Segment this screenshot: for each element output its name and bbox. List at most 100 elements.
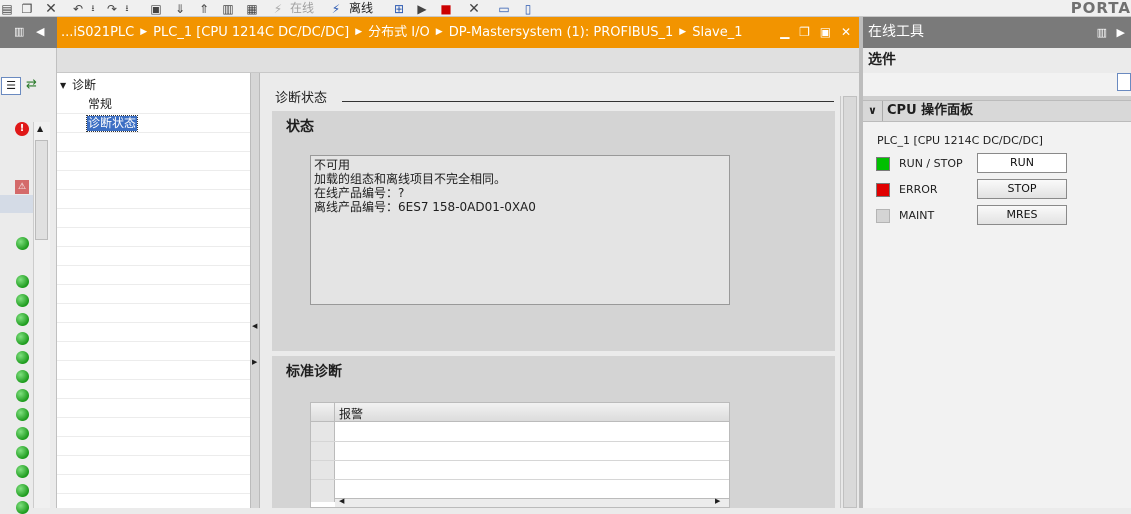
status-ok-icon bbox=[16, 332, 29, 345]
collapse-left-icon[interactable]: ◀ bbox=[36, 25, 44, 38]
table-row bbox=[311, 441, 729, 442]
row-header-corner bbox=[311, 403, 335, 421]
breadcrumb-separator-icon: ▶ bbox=[355, 27, 363, 37]
stop-button[interactable]: STOP bbox=[977, 179, 1067, 199]
row-header-column bbox=[311, 422, 335, 502]
status-ok-icon bbox=[16, 446, 29, 459]
breadcrumb-plc[interactable]: PLC_1 [CPU 1214C DC/DC/DC] bbox=[153, 25, 349, 40]
close-icon[interactable]: ✕ bbox=[841, 25, 851, 39]
status-ok-icon bbox=[16, 275, 29, 288]
table-row bbox=[311, 460, 729, 461]
scroll-up-icon[interactable]: ▲ bbox=[37, 124, 43, 133]
nav-empty-row bbox=[57, 399, 250, 418]
online-tools-title: 在线工具 bbox=[868, 24, 924, 40]
nav-empty-row bbox=[57, 418, 250, 437]
scroll-thumb[interactable] bbox=[35, 140, 48, 240]
content-vscrollbar[interactable] bbox=[840, 96, 859, 508]
panel-options-icon[interactable] bbox=[1117, 73, 1131, 91]
pin-icon[interactable]: ▥ bbox=[14, 25, 24, 38]
nav-empty-row bbox=[57, 247, 250, 266]
editor-window-controls: ▁ ❐ ▣ ✕ bbox=[780, 17, 851, 48]
led-label-run-stop: RUN / STOP bbox=[899, 157, 963, 170]
go-offline-icon[interactable]: ⚡ bbox=[328, 0, 344, 17]
breadcrumb-dp-master[interactable]: DP-Mastersystem (1): PROFIBUS_1 bbox=[449, 25, 674, 40]
compile-icon[interactable]: ▥ bbox=[220, 0, 236, 17]
status-ok-icon bbox=[16, 427, 29, 440]
download-icon[interactable]: ⇓ bbox=[172, 0, 188, 17]
stop-cpu-icon[interactable]: ■ bbox=[438, 0, 454, 17]
start-cpu-icon[interactable]: ▶ bbox=[414, 0, 430, 17]
go-online-icon[interactable]: ⚡ bbox=[270, 0, 286, 17]
project-tree-scrollbar[interactable]: ▲ bbox=[33, 122, 50, 508]
paste-icon[interactable]: ▤ bbox=[0, 0, 14, 17]
float-panel-icon[interactable]: ▥ bbox=[1097, 17, 1107, 48]
run-button[interactable]: RUN bbox=[977, 153, 1067, 173]
nav-item-label: 诊断状态 bbox=[85, 115, 139, 132]
list-view-icon[interactable]: ☰ bbox=[1, 77, 21, 95]
collapse-nav-icon[interactable]: ◀ bbox=[252, 322, 257, 330]
save-project-icon[interactable]: ▣ bbox=[148, 0, 164, 17]
expand-nav-icon[interactable]: ▶ bbox=[252, 358, 257, 366]
delete-icon[interactable]: ✕ bbox=[44, 0, 58, 17]
simulation-icon[interactable]: ▦ bbox=[244, 0, 260, 17]
config-mismatch-icon: ⚠ bbox=[15, 180, 29, 194]
accessible-devices-icon[interactable]: ⊞ bbox=[390, 0, 408, 17]
status-ok-icon bbox=[16, 313, 29, 326]
cpu-panel-header[interactable]: ∨ CPU 操作面板 bbox=[863, 100, 1131, 122]
error-led-icon bbox=[876, 183, 890, 197]
alarm-table-hscrollbar[interactable]: ◀ ▶ bbox=[335, 497, 729, 507]
options-bar: 选件 bbox=[863, 48, 1131, 73]
scroll-right-icon[interactable]: ▶ bbox=[715, 497, 720, 505]
run-stop-led-icon bbox=[876, 157, 890, 171]
go-online-label[interactable]: 在线 bbox=[290, 0, 314, 17]
split-vertical-icon[interactable]: ▯ bbox=[520, 0, 536, 17]
alarm-table-header: 报警 bbox=[311, 403, 729, 422]
diagnostics-nav-tree: ▼ 诊断 常规 诊断状态 bbox=[57, 73, 250, 508]
nav-item-label: 常规 bbox=[88, 97, 113, 111]
undo-icon[interactable]: ↶ bbox=[70, 0, 86, 17]
status-ok-icon bbox=[16, 408, 29, 421]
redo-icon[interactable]: ↷ bbox=[104, 0, 120, 17]
scroll-thumb[interactable] bbox=[843, 96, 857, 508]
status-ok-icon bbox=[16, 351, 29, 364]
alarm-column-header[interactable]: 报警 bbox=[339, 405, 363, 422]
breadcrumb-slave[interactable]: Slave_1 bbox=[692, 25, 742, 40]
nav-empty-row bbox=[57, 209, 250, 228]
redo-dropdown-icon[interactable]: ⭳ bbox=[122, 0, 132, 17]
status-ok-icon bbox=[16, 465, 29, 478]
breadcrumb-project[interactable]: ...iS021PLC bbox=[61, 25, 134, 40]
nav-root-label: 诊断 bbox=[72, 78, 97, 92]
go-offline-label[interactable]: 离线 bbox=[349, 0, 373, 17]
copy-icon[interactable]: ❐ bbox=[20, 0, 34, 17]
breadcrumb-separator-icon: ▶ bbox=[140, 27, 148, 37]
led-label-maint: MAINT bbox=[899, 209, 935, 222]
nav-splitter[interactable]: ◀ ▶ bbox=[250, 73, 260, 508]
mres-button[interactable]: MRES bbox=[977, 205, 1067, 225]
nav-empty-row bbox=[57, 380, 250, 399]
nav-empty-row bbox=[57, 475, 250, 494]
scroll-left-icon[interactable]: ◀ bbox=[339, 497, 344, 505]
maximize-icon[interactable]: ▣ bbox=[820, 25, 831, 39]
collapse-right-icon[interactable]: ▶ bbox=[1117, 17, 1125, 48]
split-horizontal-icon[interactable]: ▭ bbox=[496, 0, 512, 17]
expand-icon[interactable]: ▼ bbox=[60, 76, 66, 95]
upload-icon[interactable]: ⇑ bbox=[196, 0, 212, 17]
close-tab-icon[interactable]: ✕ bbox=[466, 0, 482, 17]
nav-root-diagnostics[interactable]: ▼ 诊断 bbox=[57, 76, 250, 95]
nav-empty-row bbox=[57, 152, 250, 171]
nav-empty-row bbox=[57, 171, 250, 190]
nav-item-general[interactable]: 常规 bbox=[57, 95, 250, 114]
alarm-table: 报警 ◀ ▶ bbox=[310, 402, 730, 508]
chevron-down-icon[interactable]: ∨ bbox=[868, 101, 877, 121]
status-ok-icon bbox=[16, 389, 29, 402]
float-icon[interactable]: ❐ bbox=[799, 25, 810, 39]
status-ok-icon bbox=[16, 237, 29, 250]
header-divider bbox=[882, 101, 883, 121]
undo-dropdown-icon[interactable]: ⭳ bbox=[88, 0, 98, 17]
online-compare-icon[interactable]: ⇄ bbox=[26, 77, 37, 92]
nav-item-diagnostic-status[interactable]: 诊断状态 bbox=[57, 114, 250, 133]
breadcrumb-separator-icon: ▶ bbox=[679, 27, 687, 37]
minimize-icon[interactable]: ▁ bbox=[780, 25, 789, 39]
status-text-box: 不可用 加载的组态和离线项目不完全相同。 在线产品编号：? 离线产品编号：6ES… bbox=[310, 155, 730, 305]
breadcrumb-distributed-io[interactable]: 分布式 I/O bbox=[368, 25, 430, 40]
